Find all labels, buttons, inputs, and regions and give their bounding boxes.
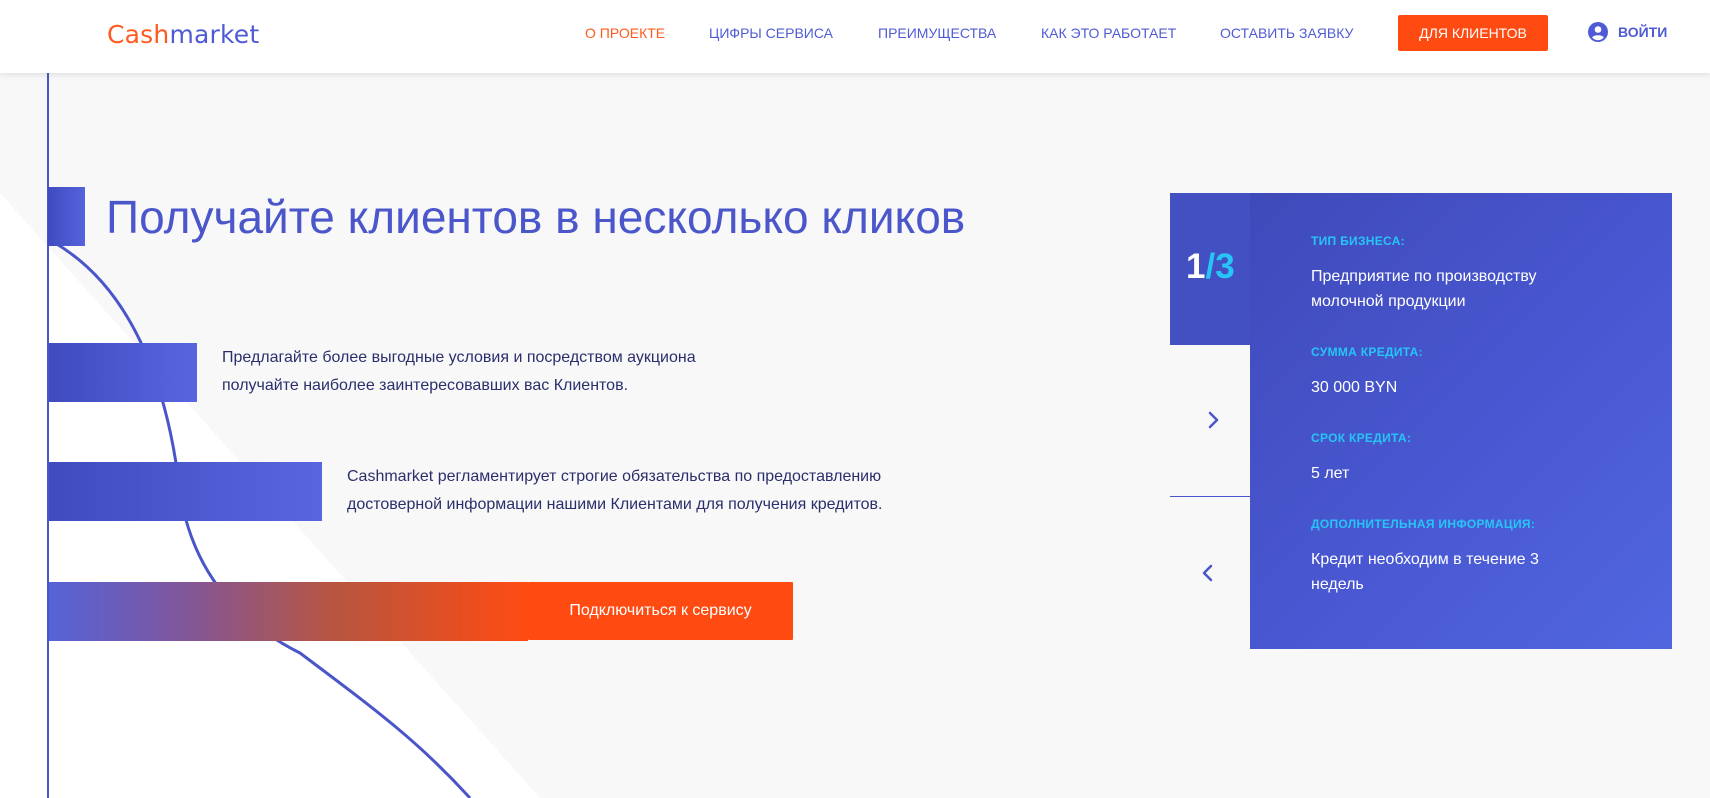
slide-counter-total: 3 <box>1215 247 1235 286</box>
title-accent-block <box>48 187 85 246</box>
connect-service-button[interactable]: Подключиться к сервису <box>528 582 793 640</box>
nav-item-leave-request[interactable]: ОСТАВИТЬ ЗАЯВКУ <box>1220 25 1353 41</box>
nav-item-how-it-works[interactable]: КАК ЭТО РАБОТАЕТ <box>1041 25 1176 41</box>
nav-item-service-numbers[interactable]: ЦИФРЫ СЕРВИСА <box>709 25 833 41</box>
nav-item-about[interactable]: О ПРОЕКТЕ <box>585 25 665 41</box>
card-label-business-type: ТИП БИЗНЕСА: <box>1311 234 1405 248</box>
feature-text-2-line-1: Cashmarket регламентирует строгие обязат… <box>347 468 882 485</box>
card-label-credit-amount: СУММА КРЕДИТА: <box>1311 345 1423 359</box>
card-divider <box>1170 496 1250 497</box>
slide-counter-slash: / <box>1205 247 1216 286</box>
slide-counter-current: 1 <box>1186 247 1206 286</box>
vertical-accent-line <box>47 73 49 798</box>
chevron-left-icon[interactable] <box>1196 561 1220 585</box>
card-label-credit-term: СРОК КРЕДИТА: <box>1311 431 1412 445</box>
feature-text-1-line-1: Предлагайте более выгодные условия и пос… <box>222 349 696 366</box>
login-link[interactable]: ВОЙТИ <box>1588 22 1667 42</box>
feature-text-2-line-2: достоверной информации нашими Клиентами … <box>347 496 883 513</box>
card-value-credit-amount: 30 000 BYN <box>1311 379 1398 396</box>
card-value-business-type: Предприятие по производству молочной про… <box>1311 268 1537 310</box>
slide-counter: 1/3 <box>1186 247 1235 287</box>
top-header: Cashmarket О ПРОЕКТЕ ЦИФРЫ СЕРВИСА ПРЕИМ… <box>0 0 1710 73</box>
user-circle-icon <box>1588 22 1608 42</box>
chevron-right-icon[interactable] <box>1202 408 1226 432</box>
card-label-additional-info: ДОПОЛНИТЕЛЬНАЯ ИНФОРМАЦИЯ: <box>1311 517 1536 531</box>
feature-text-1: Предлагайте более выгодные условия и пос… <box>222 344 696 400</box>
feature-text-2: Cashmarket регламентирует строгие обязат… <box>347 463 882 519</box>
cta-gradient-bar <box>48 582 528 641</box>
nav-item-advantages[interactable]: ПРЕИМУЩЕСТВА <box>878 25 996 41</box>
accent-bar-1 <box>48 343 197 402</box>
feature-text-1-line-2: получайте наиболее заинтересовавших вас … <box>222 377 629 394</box>
login-label: ВОЙТИ <box>1618 24 1668 40</box>
card-value-additional-info: Кредит необходим в течение 3 недель <box>1311 551 1539 593</box>
card-value-credit-term: 5 лет <box>1311 465 1350 482</box>
accent-bar-2 <box>48 462 322 521</box>
page-title: Получайте клиентов в несколько кликов <box>106 191 966 243</box>
for-clients-button[interactable]: ДЛЯ КЛИЕНТОВ <box>1398 15 1548 51</box>
